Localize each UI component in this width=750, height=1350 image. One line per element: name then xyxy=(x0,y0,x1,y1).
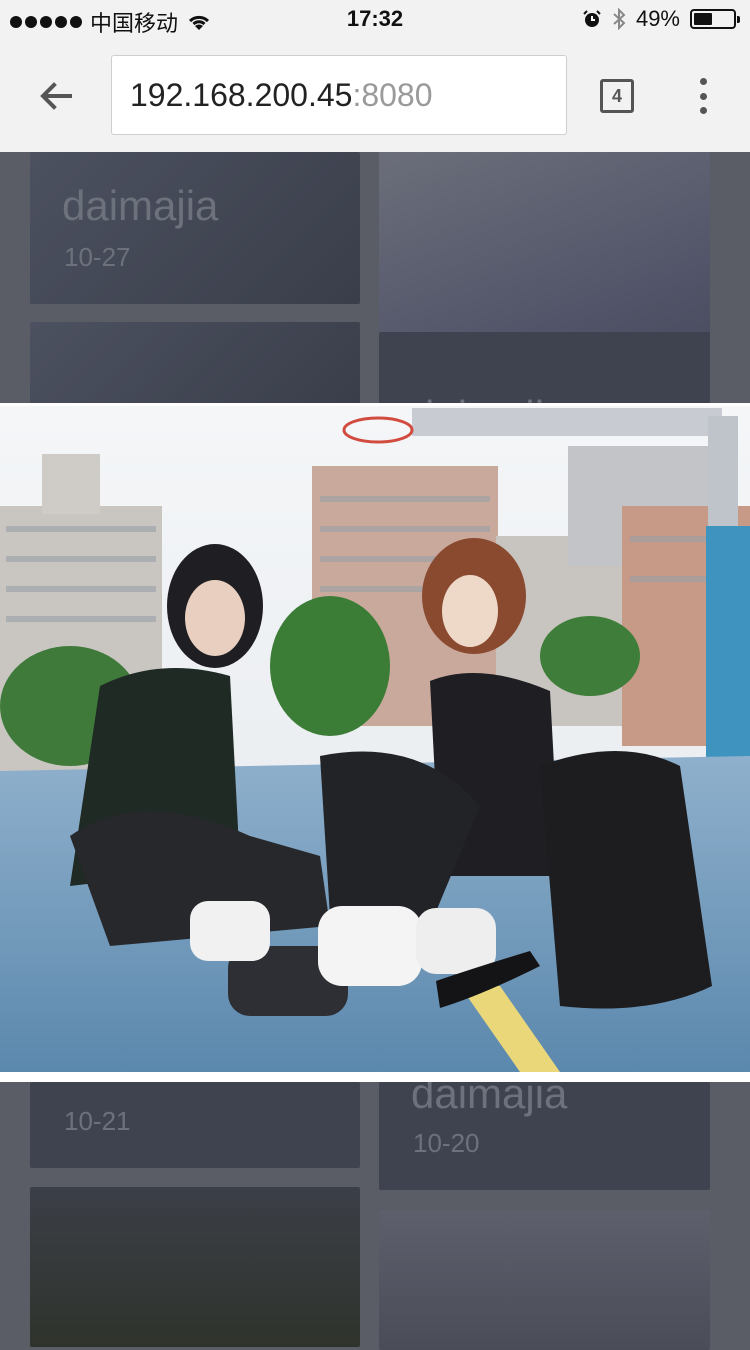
back-arrow-icon[interactable] xyxy=(36,76,76,116)
url-host: 192.168.200.45 xyxy=(130,77,353,113)
battery-percent: 49% xyxy=(635,6,680,31)
gallery-card[interactable]: daimajia 10-20 xyxy=(379,1082,710,1190)
card-title: daimajia xyxy=(62,182,219,229)
battery-fill xyxy=(694,13,712,25)
gallery-card[interactable] xyxy=(30,1187,360,1347)
gallery-card[interactable]: daimajia 10-27 xyxy=(30,152,360,304)
gallery-card[interactable] xyxy=(379,1210,710,1350)
status-bar: 中国移动 17:32 49% xyxy=(0,0,750,40)
url-port: :8080 xyxy=(352,77,433,113)
gallery-card[interactable] xyxy=(30,322,360,406)
card-date: 10-27 xyxy=(64,242,131,272)
photo-border-bottom xyxy=(0,1072,750,1082)
overflow-menu-icon[interactable] xyxy=(695,78,711,114)
card-title: daimajia xyxy=(411,1082,568,1117)
battery-icon xyxy=(690,9,740,29)
expanded-photo[interactable] xyxy=(0,406,750,1072)
alarm-icon xyxy=(583,10,601,27)
gallery-card[interactable]: daimajia xyxy=(379,332,710,406)
card-date: 10-21 xyxy=(64,1106,131,1136)
gallery-card[interactable]: 10-21 xyxy=(30,1082,360,1168)
card-date: 10-20 xyxy=(413,1128,480,1158)
url-field[interactable]: 192.168.200.45:8080 xyxy=(111,55,567,135)
bluetooth-icon xyxy=(613,8,626,30)
tab-switcher-button[interactable]: 4 xyxy=(600,79,634,113)
photo-illustration xyxy=(0,406,750,1072)
browser-toolbar: 192.168.200.45:8080 4 xyxy=(0,40,750,153)
